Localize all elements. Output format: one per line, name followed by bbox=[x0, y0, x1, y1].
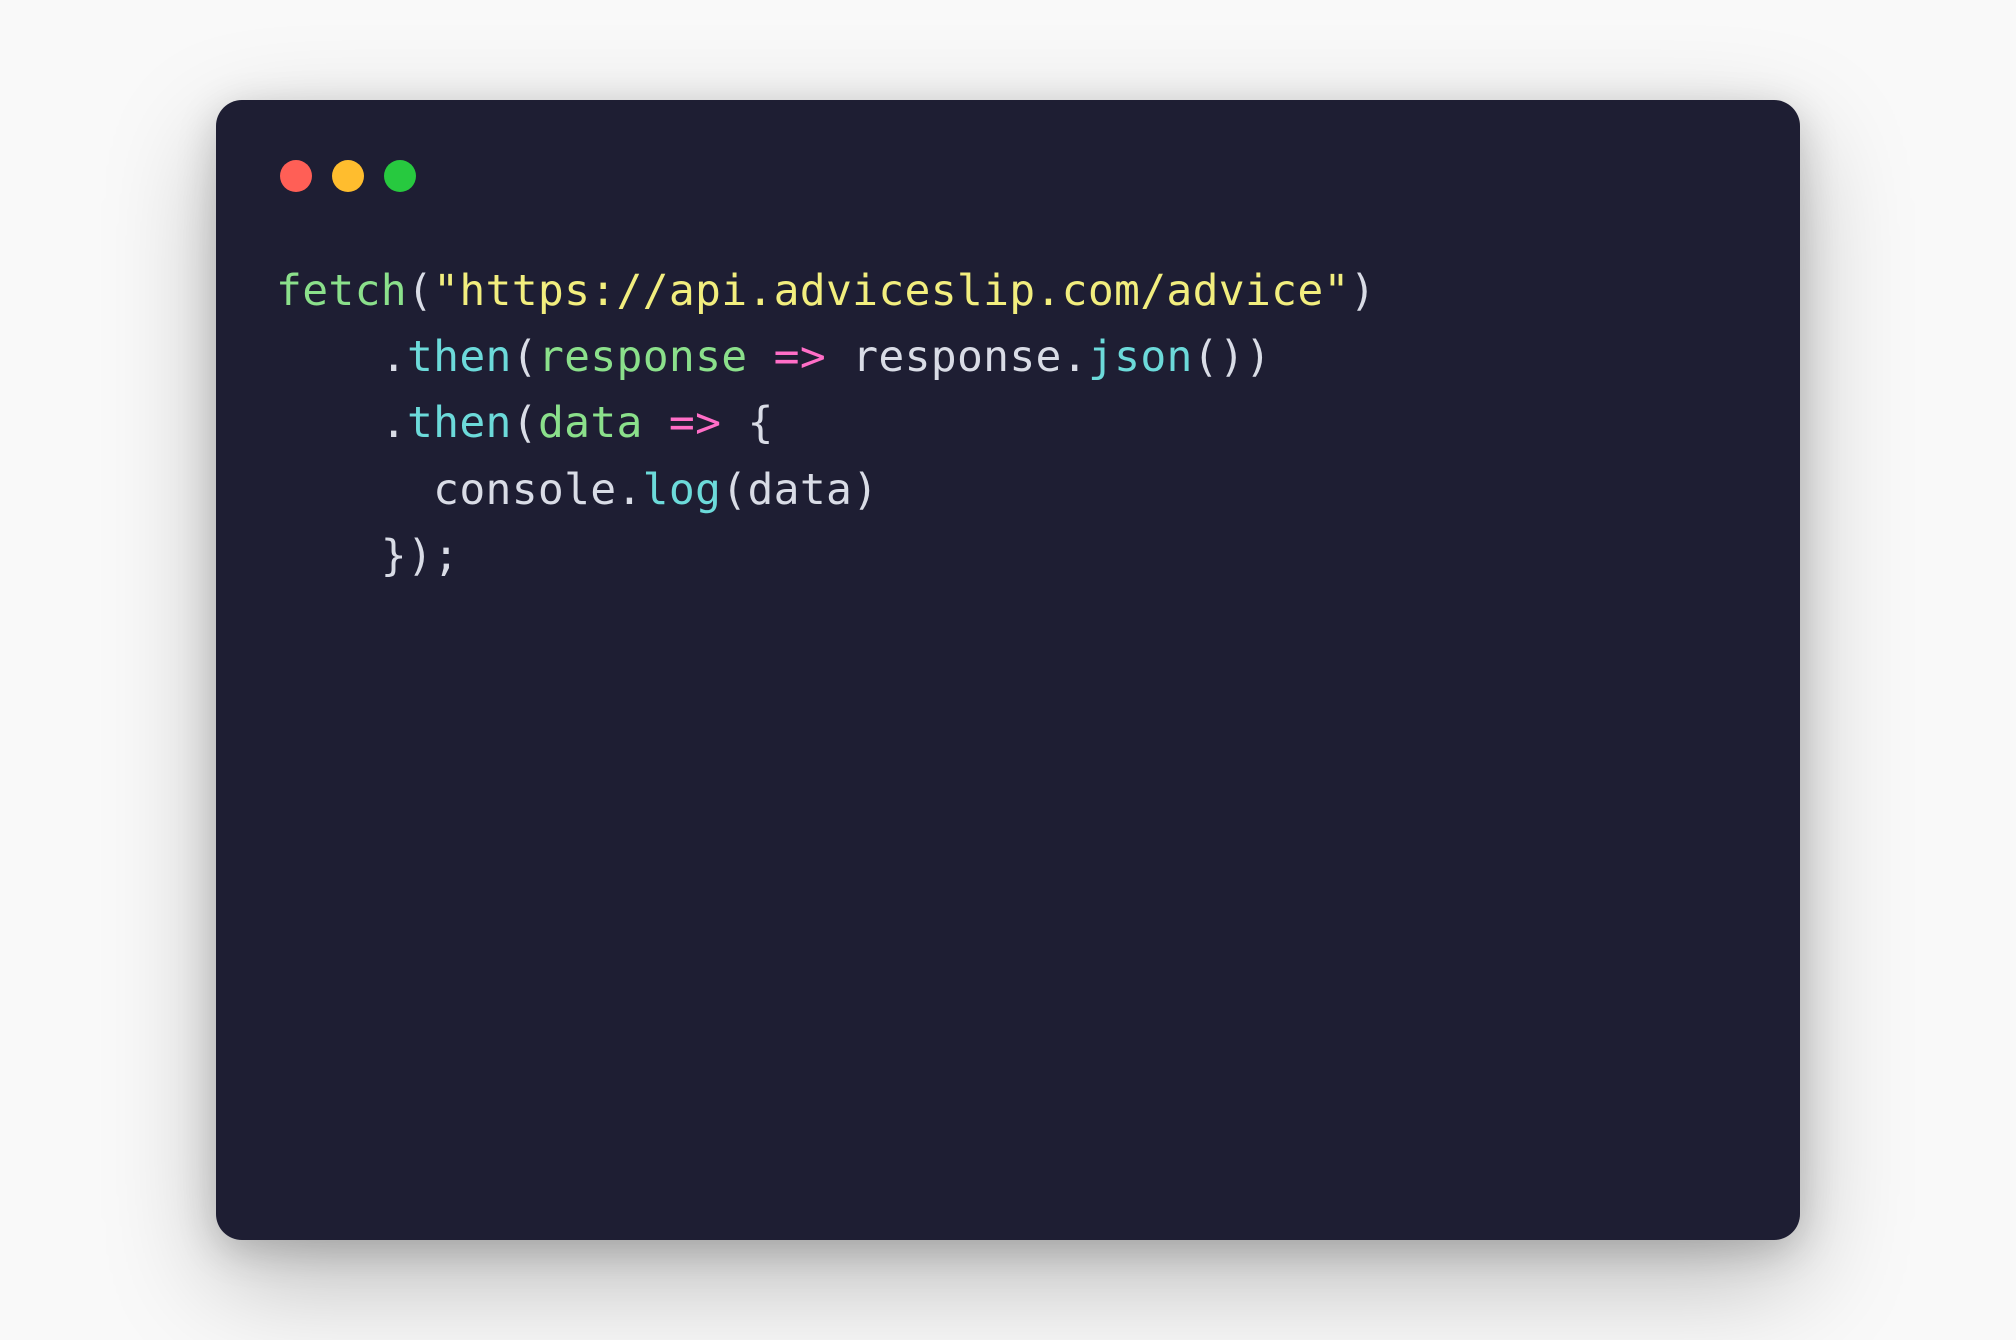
token-indent bbox=[276, 398, 381, 448]
token-punct: ( bbox=[407, 266, 433, 316]
code-line-2: .then(response => response.json()) bbox=[276, 332, 1271, 382]
token-arrow: => bbox=[747, 332, 852, 382]
minimize-icon[interactable] bbox=[332, 160, 364, 192]
maximize-icon[interactable] bbox=[384, 160, 416, 192]
close-icon[interactable] bbox=[280, 160, 312, 192]
token-param: response bbox=[538, 332, 748, 382]
window-titlebar bbox=[276, 160, 1740, 192]
token-punct: . bbox=[381, 398, 407, 448]
token-arrow: => bbox=[643, 398, 748, 448]
token-method: log bbox=[643, 465, 722, 515]
token-punct: . bbox=[381, 332, 407, 382]
token-punct: ) bbox=[852, 465, 878, 515]
token-punct: . bbox=[616, 465, 642, 515]
token-identifier: data bbox=[747, 465, 852, 515]
token-punct: ( bbox=[512, 332, 538, 382]
token-function: fetch bbox=[276, 266, 407, 316]
token-identifier: response bbox=[852, 332, 1062, 382]
token-param: data bbox=[538, 398, 643, 448]
code-window: fetch("https://api.adviceslip.com/advice… bbox=[216, 100, 1800, 1240]
token-identifier: console bbox=[433, 465, 616, 515]
token-method: then bbox=[407, 332, 512, 382]
token-punct: { bbox=[747, 398, 773, 448]
code-block[interactable]: fetch("https://api.adviceslip.com/advice… bbox=[276, 258, 1740, 589]
token-method: then bbox=[407, 398, 512, 448]
token-punct: () bbox=[1193, 332, 1245, 382]
code-line-1: fetch("https://api.adviceslip.com/advice… bbox=[276, 266, 1376, 316]
token-indent bbox=[276, 332, 381, 382]
token-punct: . bbox=[1062, 332, 1088, 382]
code-line-5: }); bbox=[276, 531, 459, 581]
code-line-3: .then(data => { bbox=[276, 398, 774, 448]
token-string: "https://api.adviceslip.com/advice" bbox=[433, 266, 1350, 316]
token-punct: ( bbox=[721, 465, 747, 515]
token-method: json bbox=[1088, 332, 1193, 382]
token-indent bbox=[276, 465, 433, 515]
token-indent bbox=[276, 531, 381, 581]
token-punct: ( bbox=[512, 398, 538, 448]
code-line-4: console.log(data) bbox=[276, 465, 878, 515]
token-punct: ) bbox=[1350, 266, 1376, 316]
token-punct: }); bbox=[381, 531, 460, 581]
token-punct: ) bbox=[1245, 332, 1271, 382]
